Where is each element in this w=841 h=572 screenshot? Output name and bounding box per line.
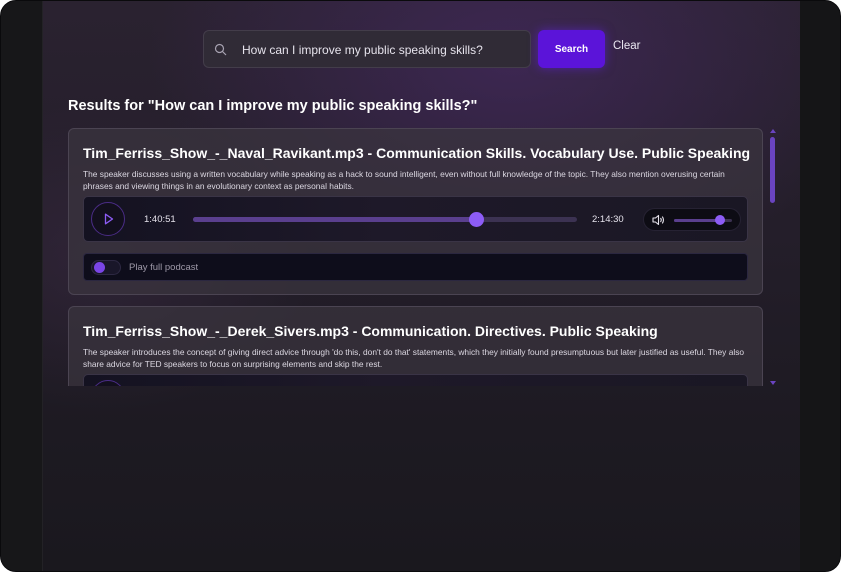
result-summary: The speaker discusses using a written vo…	[83, 169, 725, 192]
main-content: Search Clear Results for "How can I impr…	[43, 1, 800, 571]
results-heading: Results for "How can I improve my public…	[68, 98, 478, 114]
result-card: Tim_Ferriss_Show_-_Derek_Sivers.mp3 - Co…	[68, 306, 763, 386]
speaker-icon[interactable]	[652, 214, 666, 226]
result-title: Tim_Ferriss_Show_-_Naval_Ravikant.mp3 - …	[83, 145, 751, 161]
audio-player	[83, 374, 748, 386]
search-button[interactable]: Search	[538, 30, 605, 68]
result-title: Tim_Ferriss_Show_-_Derek_Sivers.mp3 - Co…	[83, 323, 658, 339]
scroll-down-arrow-icon[interactable]	[770, 381, 776, 385]
results-scrollbar[interactable]	[769, 129, 777, 387]
play-button[interactable]	[91, 202, 125, 236]
seek-thumb[interactable]	[468, 212, 484, 227]
total-time: 2:14:30	[592, 214, 624, 225]
toggle-knob	[94, 262, 105, 273]
volume-level	[674, 219, 721, 222]
play-icon	[104, 213, 114, 225]
search-input[interactable]	[240, 31, 524, 69]
seek-progress	[193, 217, 477, 222]
volume-control	[643, 208, 741, 231]
result-summary: The speaker introduces the concept of gi…	[83, 347, 745, 370]
play-full-podcast-row: Play full podcast	[83, 253, 748, 281]
volume-thumb[interactable]	[715, 215, 726, 225]
current-time: 1:40:51	[144, 214, 176, 225]
search-bar: Search Clear	[203, 30, 663, 69]
scroll-up-arrow-icon[interactable]	[770, 129, 776, 133]
search-icon	[214, 43, 227, 56]
left-margin	[1, 1, 43, 571]
scrollbar-thumb[interactable]	[770, 137, 775, 203]
app-window: Search Clear Results for "How can I impr…	[0, 0, 841, 572]
search-box[interactable]	[203, 30, 531, 69]
seek-slider[interactable]	[193, 212, 577, 227]
clear-button[interactable]: Clear	[613, 40, 640, 52]
right-margin	[798, 1, 840, 571]
play-full-podcast-label: Play full podcast	[129, 262, 199, 273]
audio-player: 1:40:51 2:14:30	[83, 196, 748, 242]
play-button[interactable]	[91, 380, 125, 386]
results-list[interactable]: Tim_Ferriss_Show_-_Naval_Ravikant.mp3 - …	[68, 128, 765, 386]
volume-slider[interactable]	[674, 215, 732, 225]
result-card: Tim_Ferriss_Show_-_Naval_Ravikant.mp3 - …	[68, 128, 763, 295]
play-full-podcast-toggle[interactable]	[91, 260, 121, 275]
